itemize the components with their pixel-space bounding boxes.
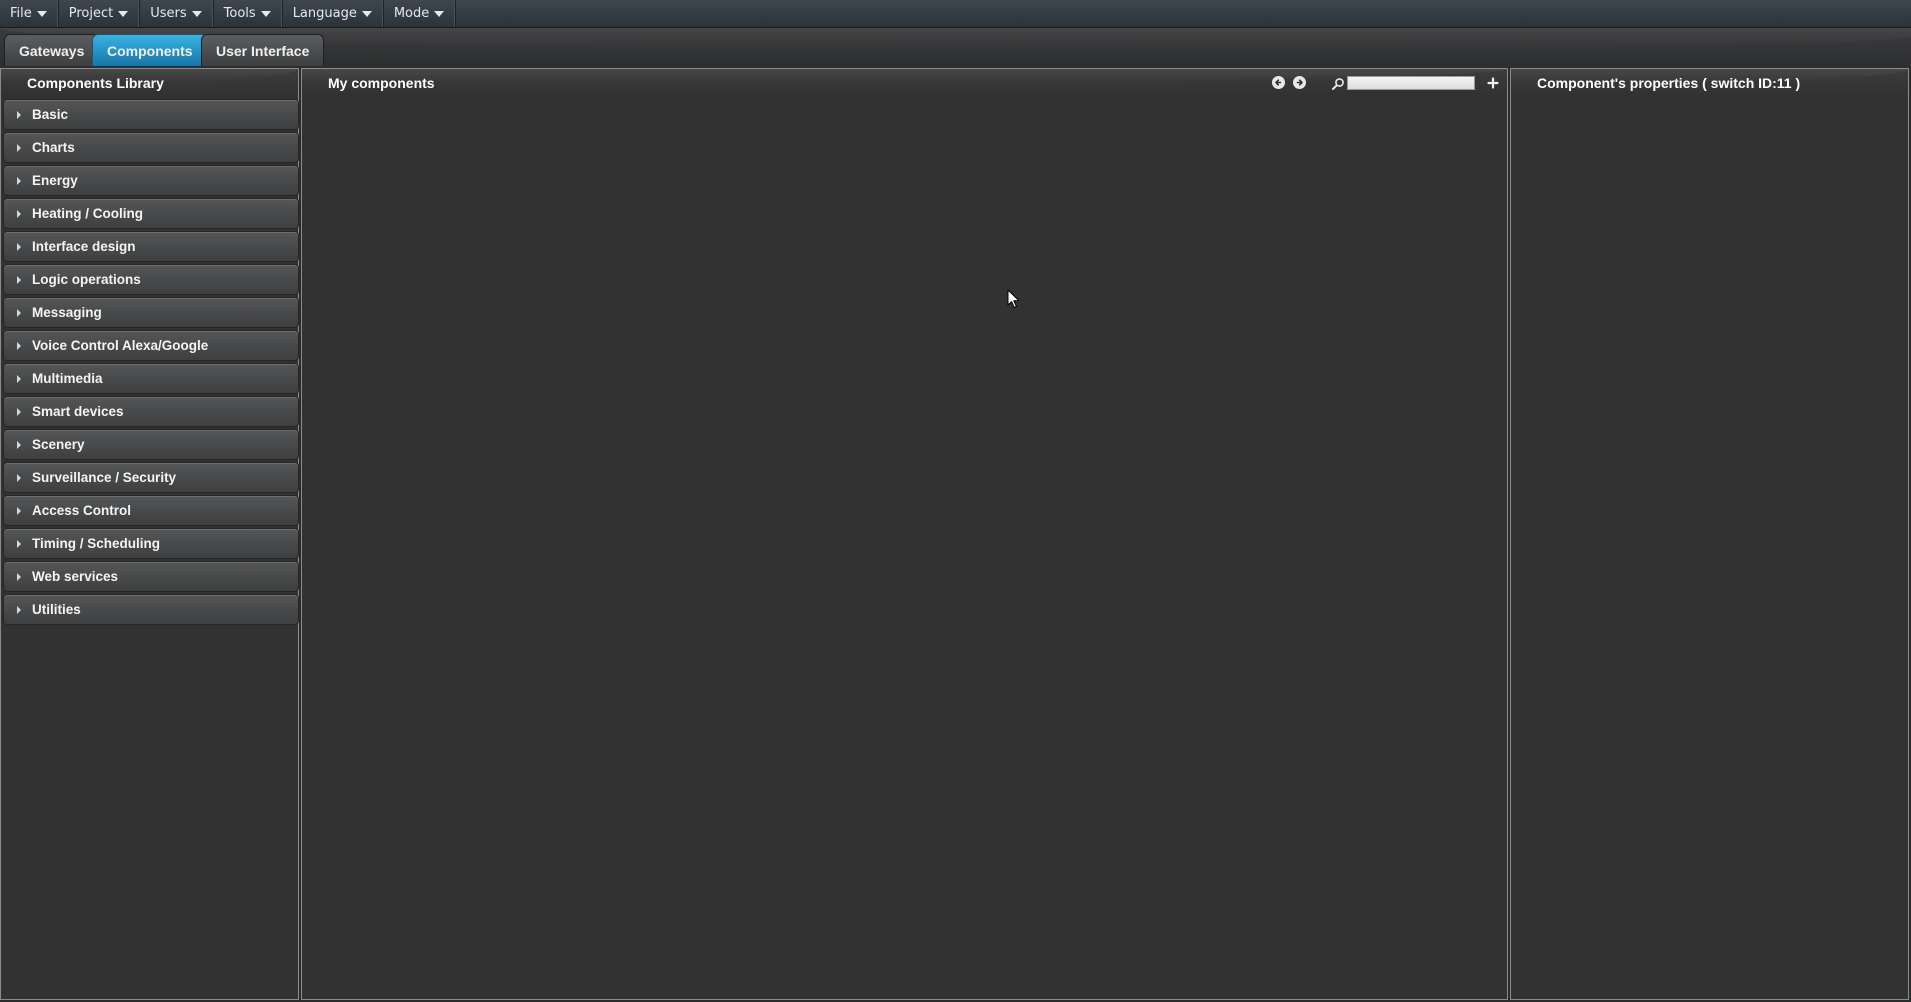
menu-tools-label: Tools: [223, 6, 256, 21]
menu-users-label: Users: [150, 6, 187, 21]
expand-arrow-icon: [17, 309, 21, 317]
caret-down-icon: [36, 10, 47, 17]
library-category-label: Basic: [32, 107, 69, 122]
library-category-label: Heating / Cooling: [32, 206, 143, 221]
component-properties-panel: Component's properties ( switch ID:11 ): [1510, 68, 1909, 1000]
tab-user-interface-label: User Interface: [216, 42, 310, 59]
component-properties-header: Component's properties ( switch ID:11 ): [1511, 69, 1908, 97]
menubar: File Project Users Tools Language Mode: [0, 0, 1911, 28]
library-category-scenery[interactable]: Scenery: [3, 429, 299, 460]
expand-arrow-icon: [17, 243, 21, 251]
expand-arrow-icon: [17, 441, 21, 449]
my-components-header: My components: [302, 69, 1507, 97]
menu-users[interactable]: Users: [140, 0, 214, 27]
menu-language-label: Language: [292, 6, 357, 21]
expand-arrow-icon: [17, 111, 21, 119]
back-button[interactable]: [1272, 76, 1285, 89]
library-category-label: Smart devices: [32, 404, 124, 419]
forward-button[interactable]: [1293, 76, 1306, 89]
library-category-label: Access Control: [32, 503, 132, 518]
search-button[interactable]: [1331, 76, 1345, 90]
tab-gateways-label: Gateways: [19, 42, 85, 59]
components-search-input[interactable]: [1347, 76, 1475, 90]
library-category-label: Web services: [32, 569, 119, 584]
library-category-label: Timing / Scheduling: [32, 536, 161, 551]
caret-down-icon: [434, 10, 445, 17]
add-component-button[interactable]: [1486, 75, 1500, 89]
expand-arrow-icon: [17, 408, 21, 416]
expand-arrow-icon: [17, 507, 21, 515]
my-components-workspace[interactable]: [302, 97, 1507, 999]
component-properties-body: [1511, 97, 1908, 999]
components-library-header: Components Library: [1, 69, 298, 97]
expand-arrow-icon: [17, 573, 21, 581]
menu-project[interactable]: Project: [59, 0, 141, 27]
menu-project-label: Project: [68, 6, 114, 21]
my-components-panel: My components: [301, 68, 1508, 1000]
expand-arrow-icon: [17, 375, 21, 383]
caret-down-icon: [191, 10, 202, 17]
library-category-label: Utilities: [32, 602, 81, 617]
library-category-label: Interface design: [32, 239, 136, 254]
library-category-label: Messaging: [32, 305, 102, 320]
library-category-label: Logic operations: [32, 272, 141, 287]
caret-down-icon: [260, 10, 271, 17]
menu-file-label: File: [10, 6, 32, 21]
library-category-voice-control[interactable]: Voice Control Alexa/Google: [3, 330, 299, 361]
library-category-label: Energy: [32, 173, 78, 188]
library-category-surveillance-security[interactable]: Surveillance / Security: [3, 462, 299, 493]
expand-arrow-icon: [17, 540, 21, 548]
tab-components[interactable]: Components: [92, 34, 208, 66]
arrow-right-circle-icon: [1296, 79, 1303, 86]
arrow-left-circle-icon: [1275, 79, 1282, 86]
expand-arrow-icon: [17, 606, 21, 614]
library-category-basic[interactable]: Basic: [3, 99, 299, 130]
expand-arrow-icon: [17, 474, 21, 482]
library-category-charts[interactable]: Charts: [3, 132, 299, 163]
expand-arrow-icon: [17, 144, 21, 152]
library-category-label: Charts: [32, 140, 75, 155]
components-library-title: Components Library: [27, 75, 164, 91]
expand-arrow-icon: [17, 276, 21, 284]
library-category-multimedia[interactable]: Multimedia: [3, 363, 299, 394]
library-category-label: Scenery: [32, 437, 85, 452]
library-category-utilities[interactable]: Utilities: [3, 594, 299, 625]
library-category-energy[interactable]: Energy: [3, 165, 299, 196]
library-category-logic-operations[interactable]: Logic operations: [3, 264, 299, 295]
library-category-timing-scheduling[interactable]: Timing / Scheduling: [3, 528, 299, 559]
menu-file[interactable]: File: [0, 0, 59, 27]
menu-tools[interactable]: Tools: [214, 0, 283, 27]
library-category-label: Voice Control Alexa/Google: [32, 338, 209, 353]
menu-language[interactable]: Language: [283, 0, 384, 27]
library-category-label: Multimedia: [32, 371, 103, 386]
library-category-list: Basic Charts Energy Heating / Cooling In…: [3, 99, 299, 627]
component-properties-title: Component's properties ( switch ID:11 ): [1537, 75, 1801, 91]
menu-mode[interactable]: Mode: [384, 0, 457, 27]
magnifier-icon: [1332, 78, 1344, 90]
expand-arrow-icon: [17, 210, 21, 218]
library-category-label: Surveillance / Security: [32, 470, 177, 485]
library-category-interface-design[interactable]: Interface design: [3, 231, 299, 262]
plus-icon: [1487, 77, 1499, 89]
expand-arrow-icon: [17, 342, 21, 350]
caret-down-icon: [118, 10, 129, 17]
tab-user-interface[interactable]: User Interface: [201, 34, 325, 66]
library-category-smart-devices[interactable]: Smart devices: [3, 396, 299, 427]
my-components-title: My components: [328, 75, 435, 91]
library-category-web-services[interactable]: Web services: [3, 561, 299, 592]
tab-gateways[interactable]: Gateways: [4, 34, 100, 66]
caret-down-icon: [361, 10, 372, 17]
library-category-messaging[interactable]: Messaging: [3, 297, 299, 328]
components-library-panel: Components Library Basic Charts Energy H…: [0, 68, 299, 1000]
main-tabstrip: Gateways Components User Interface: [0, 28, 1911, 68]
library-category-access-control[interactable]: Access Control: [3, 495, 299, 526]
tab-components-label: Components: [107, 42, 193, 59]
expand-arrow-icon: [17, 177, 21, 185]
header-sheen: [302, 69, 1507, 83]
menu-mode-label: Mode: [393, 6, 430, 21]
library-category-heating-cooling[interactable]: Heating / Cooling: [3, 198, 299, 229]
